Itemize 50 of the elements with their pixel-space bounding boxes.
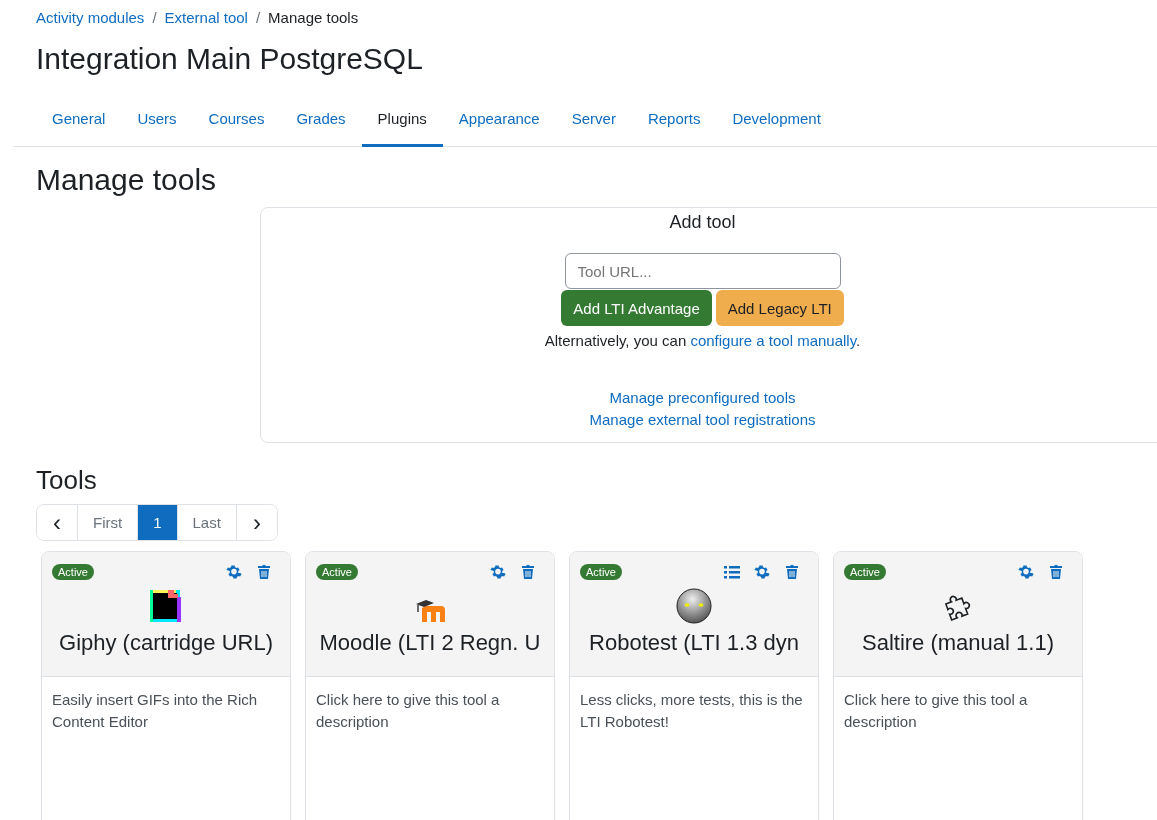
tool-description: Click here to give this tool a description — [315, 690, 501, 732]
status-badge: Active — [580, 564, 622, 580]
status-badge: Active — [844, 564, 886, 580]
trash-icon[interactable] — [256, 564, 272, 580]
manage-link[interactable]: Manage external tool registrations — [589, 411, 816, 428]
nav-tab[interactable]: Plugins — [361, 100, 443, 147]
add-legacy-lti-button[interactable]: Add Legacy LTI — [715, 290, 844, 326]
trash-icon[interactable] — [784, 564, 800, 580]
nav-tab[interactable]: Server — [555, 100, 632, 147]
nav-tab[interactable]: Appearance — [442, 100, 556, 147]
status-badge: Active — [52, 564, 94, 580]
page-title: Integration Main PostgreSQL — [36, 42, 424, 76]
section-heading: Manage tools — [36, 163, 218, 197]
add-lti-advantage-button[interactable]: Add LTI Advantage — [561, 290, 712, 326]
robot-head-icon — [676, 588, 712, 624]
breadcrumb-separator: / — [152, 9, 157, 26]
nav-tab[interactable]: Courses — [192, 100, 281, 147]
tool-name: Moodle (LTI 2 Regn. U — [319, 630, 541, 656]
list-icon[interactable] — [724, 564, 740, 580]
tool-description: Less clicks, more tests, this is the LTI Robotest! — [579, 690, 804, 732]
tool-name: Saltire (manual 1.1) — [862, 630, 1054, 656]
alternative-text: Alternatively, you can configure a tool manually. — [544, 332, 861, 349]
tool-description: Easily insert GIFs into the Rich Content Editor — [51, 690, 259, 732]
tool-description: Click here to give this tool a description — [843, 690, 1029, 732]
breadcrumb-current: Manage tools — [268, 9, 359, 26]
breadcrumb-link[interactable]: Activity modules — [36, 9, 145, 26]
nav-tab[interactable]: Development — [716, 100, 837, 147]
settings-icon[interactable] — [1018, 564, 1034, 580]
breadcrumb-link[interactable]: External tool — [164, 9, 248, 26]
nav-tab[interactable]: Grades — [280, 100, 362, 147]
settings-icon[interactable] — [490, 564, 506, 580]
settings-icon[interactable] — [226, 564, 242, 580]
manage-link[interactable]: Manage preconfigured tools — [609, 389, 796, 406]
previous-page-button[interactable]: ‹ — [37, 505, 78, 540]
status-badge: Active — [316, 564, 358, 580]
settings-icon[interactable] — [754, 564, 770, 580]
tools-heading: Tools — [36, 465, 98, 496]
tool-name: Giphy (cartridge URL) — [59, 630, 273, 656]
nav-tab[interactable]: Users — [121, 100, 193, 147]
nav-tab[interactable]: Reports — [631, 100, 717, 147]
trash-icon[interactable] — [520, 564, 536, 580]
configure-manually-link[interactable]: configure a tool manually — [690, 332, 857, 349]
tool-name: Robotest (LTI 1.3 dyn — [589, 630, 799, 656]
breadcrumb-separator: / — [255, 9, 261, 26]
trash-icon[interactable] — [1048, 564, 1064, 580]
page-button[interactable]: 1 — [138, 505, 178, 540]
tool-url-field[interactable]: Tool URL... — [564, 253, 841, 289]
panel-title: Add tool — [669, 212, 736, 233]
nav-tab[interactable]: General — [36, 100, 122, 147]
gif-logo-icon — [148, 588, 184, 624]
